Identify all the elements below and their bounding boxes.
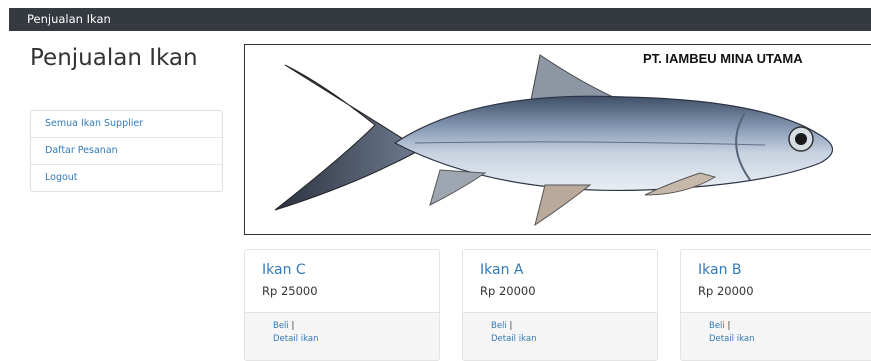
buy-link[interactable]: Beli	[491, 321, 507, 331]
link-separator: |	[727, 321, 731, 331]
navbar-brand[interactable]: Penjualan Ikan	[27, 12, 111, 26]
product-price: Rp 25000	[262, 284, 318, 298]
buy-link[interactable]: Beli	[273, 321, 289, 331]
sidebar-menu: Semua Ikan Supplier Daftar Pesanan Logou…	[30, 110, 223, 192]
buy-link[interactable]: Beli	[709, 321, 725, 331]
product-card-footer: Beli | Detail ikan	[245, 312, 439, 360]
product-card: Ikan C Rp 25000 Beli | Detail ikan	[244, 249, 440, 361]
product-name[interactable]: Ikan B	[698, 262, 742, 278]
product-card-footer: Beli | Detail ikan	[463, 312, 657, 360]
product-card: Ikan B Rp 20000 Beli | Detail ikan	[680, 249, 871, 361]
page-title: Penjualan Ikan	[30, 45, 198, 71]
sidebar-item-logout[interactable]: Logout	[31, 165, 222, 191]
product-card-footer: Beli | Detail ikan	[681, 312, 871, 360]
banner-company-name: PT. IAMBEU MINA UTAMA	[643, 51, 803, 66]
sidebar-item-semua-ikan-supplier[interactable]: Semua Ikan Supplier	[31, 111, 222, 138]
fish-image	[274, 54, 834, 227]
top-navbar: Penjualan Ikan	[9, 8, 871, 31]
sidebar-item-daftar-pesanan[interactable]: Daftar Pesanan	[31, 138, 222, 165]
detail-link[interactable]: Detail ikan	[273, 334, 318, 344]
link-separator: |	[509, 321, 513, 331]
product-name[interactable]: Ikan C	[262, 262, 306, 278]
banner: PT. IAMBEU MINA UTAMA	[244, 44, 871, 235]
product-name[interactable]: Ikan A	[480, 262, 523, 278]
product-price: Rp 20000	[698, 284, 754, 298]
link-separator: |	[291, 321, 295, 331]
detail-link[interactable]: Detail ikan	[491, 334, 536, 344]
product-price: Rp 20000	[480, 284, 536, 298]
product-card: Ikan A Rp 20000 Beli | Detail ikan	[462, 249, 658, 361]
detail-link[interactable]: Detail ikan	[709, 334, 754, 344]
